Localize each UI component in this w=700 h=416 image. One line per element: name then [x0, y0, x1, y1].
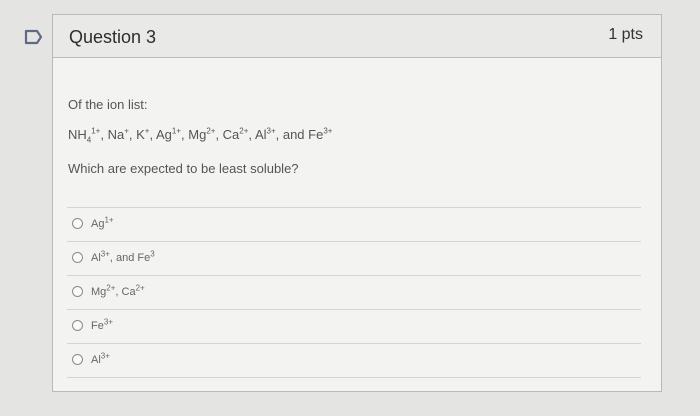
ion-item: NH41+,	[68, 126, 108, 145]
answer-charge: 3	[150, 249, 155, 259]
answer-text: Mg	[91, 286, 107, 298]
answer-label: Mg2+, Ca2+	[91, 283, 145, 298]
ion-symbol: Ca	[222, 127, 240, 142]
answer-charge: 3+	[100, 249, 110, 259]
question-points: 1 pts	[608, 26, 643, 43]
question-title: Question 3	[69, 27, 157, 47]
ion-symbol: Fe	[308, 127, 324, 142]
ion-symbol: Na	[107, 127, 125, 142]
radio-button[interactable]	[72, 320, 83, 331]
ion-charge: 1+	[91, 126, 101, 136]
radio-button[interactable]	[72, 354, 83, 365]
ion-charge: 3+	[323, 126, 333, 136]
ion-subscript: 4	[86, 135, 92, 145]
ion-item: Fe3+	[308, 127, 332, 142]
ion-charge: 3+	[266, 126, 276, 136]
question-header: Question 3 1 pts	[53, 15, 661, 58]
question-card: Question 3 1 pts Of the ion list: NH41+,…	[52, 14, 662, 392]
answer-text: Ag	[91, 218, 105, 230]
ion-symbol: Mg	[188, 127, 207, 142]
answer-label: Fe3+	[91, 317, 113, 332]
ion-symbol: Al	[254, 127, 267, 142]
ion-separator: , and	[275, 127, 309, 142]
radio-button[interactable]	[72, 252, 83, 263]
answer-text: Fe	[91, 320, 104, 332]
ion-symbol: NH	[68, 127, 87, 142]
answer-charge: 2+	[135, 283, 145, 293]
answer-charge: 1+	[104, 215, 114, 225]
answer-text: Al	[91, 252, 101, 264]
answer-option[interactable]: Ag1+	[67, 208, 641, 242]
answer-option[interactable]: Fe3+	[67, 310, 641, 344]
answer-label: Ag1+	[91, 215, 114, 230]
ion-item: K+,	[136, 127, 156, 142]
answer-label: Al3+, and Fe3	[91, 249, 155, 264]
ion-symbol: K	[136, 127, 145, 142]
answer-text: , and Fe	[109, 252, 151, 264]
answer-text: Al	[91, 354, 101, 366]
question-prompt: Which are expected to be least soluble?	[68, 161, 299, 176]
answer-text: , Ca	[115, 286, 136, 298]
flag-icon[interactable]	[24, 28, 44, 46]
answer-charge: 3+	[103, 317, 113, 327]
ion-item: Ag1+,	[156, 127, 188, 142]
ion-symbol: Ag	[155, 127, 172, 142]
answer-option[interactable]: Al3+	[67, 344, 641, 378]
ion-item: Mg2+,	[188, 127, 222, 142]
ion-list: NH41+, Na+, K+, Ag1+, Mg2+, Ca2+, Al3+, …	[68, 126, 332, 145]
radio-button[interactable]	[72, 218, 83, 229]
answer-option[interactable]: Mg2+, Ca2+	[67, 276, 641, 310]
ion-item: Al3+, and	[255, 127, 308, 142]
ion-item: Ca2+,	[223, 127, 255, 142]
radio-button[interactable]	[72, 286, 83, 297]
ion-separator: ,	[100, 127, 108, 142]
answer-option[interactable]: Al3+, and Fe3	[67, 242, 641, 276]
ion-charge: 1+	[171, 126, 182, 136]
answer-label: Al3+	[91, 351, 110, 366]
question-intro: Of the ion list:	[68, 97, 148, 112]
ion-separator: ,	[215, 127, 223, 142]
answer-charge: 3+	[100, 351, 110, 361]
ion-item: Na+,	[108, 127, 137, 142]
answer-list: Ag1+ Al3+, and Fe3 Mg2+, Ca2+ Fe3+ Al3+	[67, 207, 641, 378]
